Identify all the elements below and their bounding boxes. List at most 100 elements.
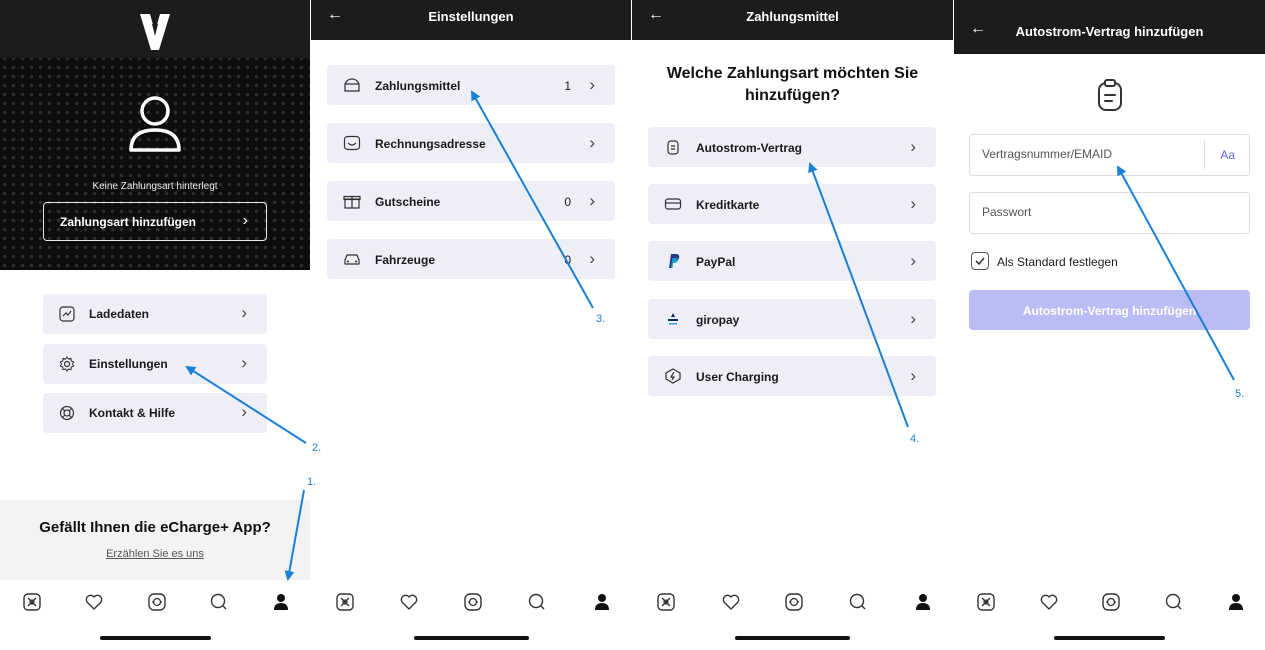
header: ← Einstellungen	[311, 0, 631, 40]
giropay-icon	[668, 313, 678, 325]
menu-item-kontakt-hilfe[interactable]: Kontakt & Hilfe ›	[43, 393, 267, 433]
chevron-right-icon: ›	[589, 133, 595, 152]
row-label: PayPal	[696, 255, 736, 269]
add-contract-button[interactable]: Autostrom-Vertrag hinzufügen	[969, 290, 1250, 330]
payment-methods-screen: ← Zahlungsmittel Welche Zahlungsart möch…	[632, 0, 953, 650]
menu-item-einstellungen[interactable]: Einstellungen ›	[43, 344, 267, 384]
home-indicator	[414, 636, 529, 640]
row-label: User Charging	[696, 370, 779, 384]
map-icon[interactable]	[335, 592, 355, 612]
header: ← Autostrom-Vertrag hinzufügen	[954, 0, 1265, 54]
rating-title: Gefällt Ihnen die eCharge+ App?	[39, 519, 271, 536]
row-count: 0	[564, 253, 571, 267]
home-indicator	[1054, 636, 1165, 640]
map-icon[interactable]	[976, 592, 996, 612]
lifebuoy-icon	[59, 405, 75, 421]
wallet-icon	[344, 78, 360, 92]
chevron-right-icon: ›	[589, 249, 595, 268]
default-checkbox-label: Als Standard festlegen	[997, 255, 1118, 269]
heart-icon[interactable]	[1039, 592, 1059, 612]
chevron-right-icon: ›	[241, 402, 247, 421]
heart-icon[interactable]	[721, 592, 741, 612]
settings-row-zahlungsmittel[interactable]: Zahlungsmittel 1 ›	[327, 65, 615, 105]
heart-icon[interactable]	[399, 592, 419, 612]
rating-link[interactable]: Erzählen Sie es uns	[0, 548, 310, 560]
checkmark-icon	[975, 257, 985, 266]
annotation-label-4: 4.	[910, 433, 920, 445]
charger-icon[interactable]	[463, 592, 483, 612]
chevron-right-icon: ›	[910, 309, 916, 328]
map-icon[interactable]	[656, 592, 676, 612]
settings-row-gutscheine[interactable]: Gutscheine 0 ›	[327, 181, 615, 221]
charger-icon[interactable]	[147, 592, 167, 612]
add-payment-label: Zahlungsart hinzufügen	[60, 215, 196, 229]
divider	[1204, 141, 1205, 169]
search-icon[interactable]	[848, 592, 868, 612]
chevron-right-icon: ›	[910, 366, 916, 385]
chevron-right-icon: ›	[589, 191, 595, 210]
search-icon[interactable]	[527, 592, 547, 612]
charger-icon[interactable]	[784, 592, 804, 612]
echarge-logo-icon	[140, 14, 170, 50]
home-indicator	[100, 636, 211, 640]
credit-card-icon	[664, 198, 682, 210]
search-icon[interactable]	[1164, 592, 1184, 612]
keyboard-toggle-button[interactable]: Aa	[1220, 148, 1235, 162]
row-count: 0	[564, 195, 571, 209]
row-label: Fahrzeuge	[375, 253, 436, 267]
no-payment-text: Keine Zahlungsart hinterlegt	[92, 181, 218, 192]
map-icon[interactable]	[22, 592, 42, 612]
add-payment-button[interactable]: Zahlungsart hinzufügen ›	[43, 202, 267, 241]
paypal-icon	[669, 254, 680, 268]
menu-item-label: Einstellungen	[89, 357, 168, 371]
payment-option-kreditkarte[interactable]: Kreditkarte ›	[648, 184, 936, 224]
row-label: Gutscheine	[375, 195, 441, 209]
payment-option-giropay[interactable]: giropay ›	[648, 299, 936, 339]
chevron-right-icon: ›	[241, 353, 247, 372]
menu-item-label: Kontakt & Hilfe	[89, 406, 176, 420]
menu-item-ladedaten[interactable]: Ladedaten ›	[43, 294, 267, 334]
row-label: Autostrom-Vertrag	[696, 141, 803, 155]
annotation-label-5: 5.	[1235, 388, 1245, 400]
settings-row-fahrzeuge[interactable]: Fahrzeuge 0 ›	[327, 239, 615, 279]
page-title: Einstellungen	[428, 9, 514, 24]
profile-screen: Keine Zahlungsart hinterlegt Zahlungsart…	[0, 0, 310, 650]
row-label: Rechnungsadresse	[375, 137, 486, 151]
contract-number-input[interactable]	[982, 147, 1192, 161]
chevron-right-icon: ›	[910, 251, 916, 270]
row-label: Zahlungsmittel	[375, 79, 461, 93]
chart-icon	[59, 306, 75, 322]
address-icon	[343, 135, 361, 151]
payment-option-user-charging[interactable]: User Charging ›	[648, 356, 936, 396]
profile-icon[interactable]	[913, 592, 933, 612]
contract-number-field[interactable]: Aa	[969, 134, 1250, 176]
user-avatar-icon	[129, 96, 181, 152]
profile-icon[interactable]	[271, 592, 291, 612]
payment-option-paypal[interactable]: PayPal ›	[648, 241, 936, 281]
tab-bar	[0, 581, 310, 621]
contract-icon	[667, 140, 679, 155]
home-indicator	[735, 636, 850, 640]
gear-icon	[59, 356, 75, 372]
heart-icon[interactable]	[84, 592, 104, 612]
annotation-label-1: 1.	[307, 476, 317, 488]
header: ← Zahlungsmittel	[632, 0, 953, 40]
clipboard-icon	[1098, 79, 1122, 111]
settings-row-rechnungsadresse[interactable]: Rechnungsadresse ›	[327, 123, 615, 163]
tab-bar	[311, 581, 631, 621]
tab-bar	[632, 581, 953, 621]
row-count: 1	[564, 79, 571, 93]
car-icon	[344, 254, 360, 265]
default-checkbox[interactable]	[971, 252, 989, 270]
payment-option-autostrom[interactable]: Autostrom-Vertrag ›	[648, 127, 936, 167]
profile-icon[interactable]	[592, 592, 612, 612]
rating-banner: Gefällt Ihnen die eCharge+ App? Erzählen…	[0, 500, 310, 580]
row-label: Kreditkarte	[696, 198, 760, 212]
annotation-label-3: 3.	[596, 313, 606, 325]
search-icon[interactable]	[209, 592, 229, 612]
charger-icon[interactable]	[1101, 592, 1121, 612]
profile-icon[interactable]	[1226, 592, 1246, 612]
chevron-right-icon: ›	[242, 212, 248, 229]
password-input[interactable]	[982, 205, 1192, 219]
password-field[interactable]	[969, 192, 1250, 234]
